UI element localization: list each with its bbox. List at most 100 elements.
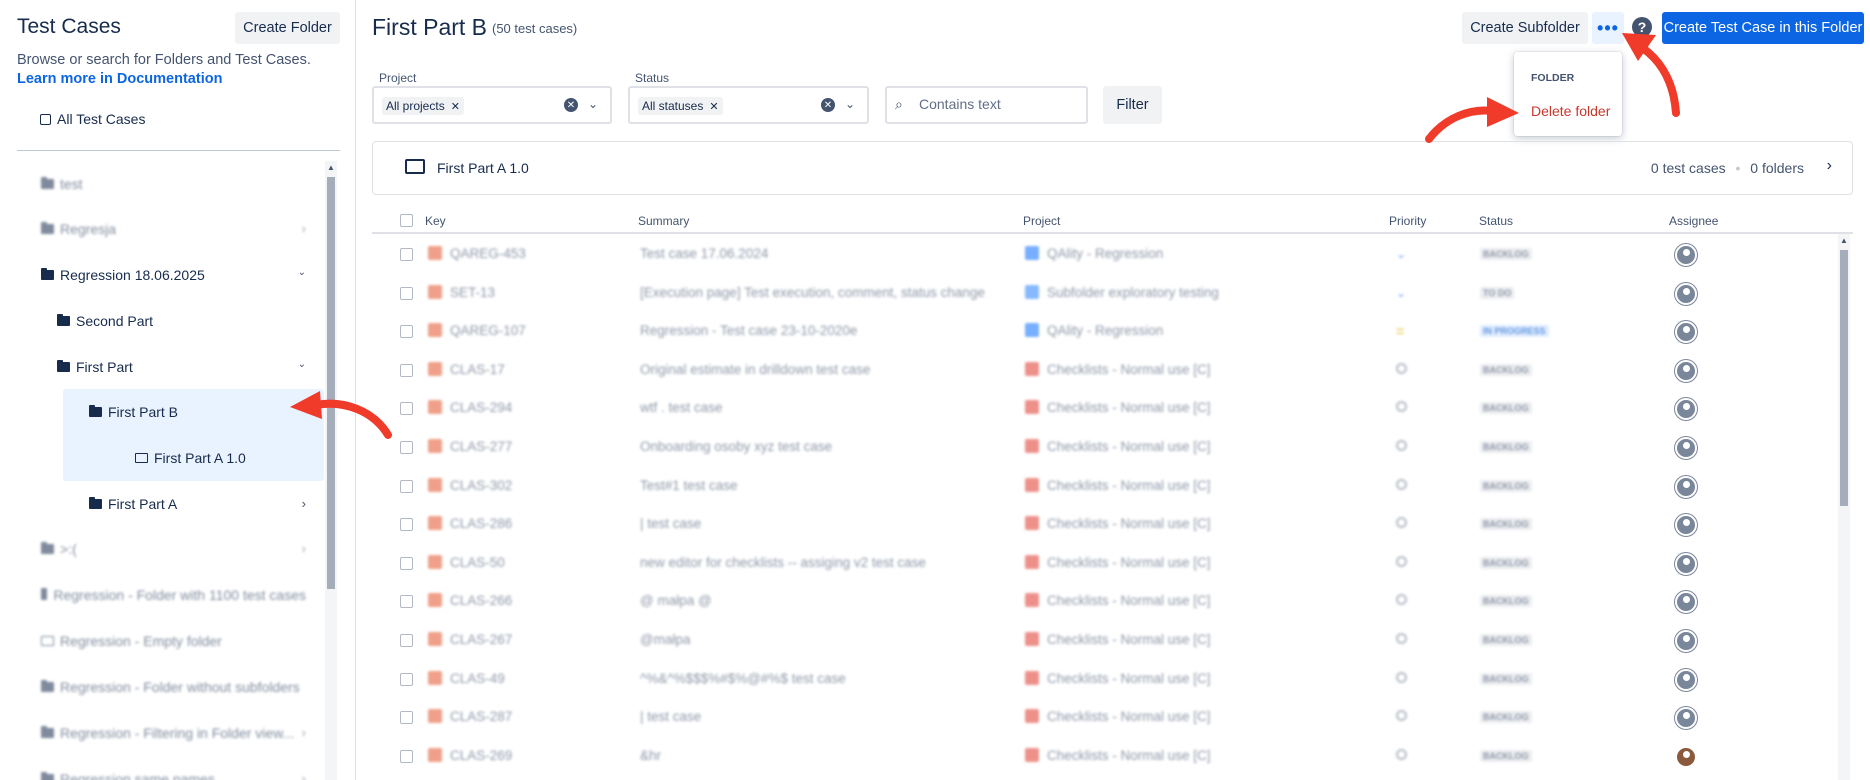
chevron-right-icon[interactable]: ›	[302, 725, 306, 740]
test-case-project[interactable]: Checklists - Normal use [C]	[1025, 361, 1211, 377]
table-row[interactable]: CLAS-17 Original estimate in drilldown te…	[372, 352, 1844, 391]
search-field[interactable]: ⌕	[885, 86, 1088, 124]
tree-item-first-part-a-1-0[interactable]: First Part A 1.0	[135, 436, 306, 480]
test-case-summary[interactable]: ^%&^%$$$%#$%@#%$ test case	[640, 671, 846, 686]
test-case-project[interactable]: Checklists - Normal use [C]	[1025, 709, 1211, 724]
test-case-key[interactable]: CLAS-49	[428, 670, 505, 686]
remove-chip-icon[interactable]: ✕	[709, 100, 718, 113]
test-case-summary[interactable]: Test case 17.06.2024	[640, 246, 768, 261]
chevron-down-icon[interactable]: ⌄	[298, 267, 306, 278]
test-case-summary[interactable]: @małpa	[640, 632, 690, 647]
tree-item-regresja[interactable]: Regresja ›	[41, 207, 306, 251]
tree-item-folder-1100[interactable]: Regression - Folder with 1100 test cases	[41, 573, 306, 617]
sidebar-scrollbar[interactable]: ▲	[325, 161, 337, 780]
test-case-summary[interactable]: @ małpa @	[640, 593, 712, 608]
all-test-cases-item[interactable]: All Test Cases	[40, 111, 145, 127]
test-case-summary[interactable]: [Execution page] Test execution, comment…	[640, 285, 985, 300]
avatar-icon[interactable]	[1675, 437, 1697, 459]
scroll-up-icon[interactable]: ▲	[1840, 236, 1848, 245]
table-row[interactable]: QAREG-107 Regression - Test case 23-10-20…	[372, 313, 1844, 352]
row-checkbox[interactable]	[400, 363, 413, 380]
create-test-case-button[interactable]: Create Test Case in this Folder	[1662, 12, 1864, 44]
test-case-project[interactable]: Checklists - Normal use [C]	[1025, 747, 1211, 763]
avatar-icon[interactable]	[1675, 630, 1697, 652]
tree-item-regression-18-06-2025[interactable]: Regression 18.06.2025 ⌄	[41, 253, 306, 297]
test-case-key[interactable]: CLAS-50	[428, 554, 505, 570]
tree-item-filtering[interactable]: Regression - Filtering in Folder view...…	[41, 711, 306, 755]
table-row[interactable]: CLAS-49 ^%&^%$$$%#$%@#%$ test case Checkli…	[372, 661, 1844, 700]
test-case-summary[interactable]: Regression - Test case 23-10-2020e	[640, 323, 857, 338]
test-case-key[interactable]: QAREG-107	[428, 323, 526, 338]
chevron-right-icon[interactable]: ›	[302, 541, 306, 556]
row-checkbox[interactable]	[400, 325, 413, 341]
row-checkbox[interactable]	[400, 441, 413, 457]
test-case-key[interactable]: CLAS-286	[428, 516, 512, 531]
table-scroll-thumb[interactable]	[1840, 250, 1848, 506]
row-checkbox[interactable]	[400, 248, 413, 264]
column-assignee[interactable]: Assignee	[1669, 214, 1718, 228]
filter-button[interactable]: Filter	[1103, 86, 1162, 124]
test-case-key[interactable]: QAREG-453	[428, 246, 526, 261]
search-input[interactable]	[919, 96, 1079, 112]
tree-item-first-part-a[interactable]: First Part A ›	[89, 482, 306, 526]
test-case-key[interactable]: CLAS-287	[428, 709, 512, 724]
table-row[interactable]: CLAS-269 &hr Checklists - Normal use [C] BA…	[372, 738, 1844, 777]
avatar-icon[interactable]	[1675, 282, 1697, 305]
chevron-right-icon[interactable]: ›	[302, 771, 306, 780]
clear-icon[interactable]: ✕	[821, 98, 835, 112]
row-checkbox[interactable]	[400, 595, 413, 611]
avatar-icon[interactable]	[1675, 668, 1697, 691]
avatar-icon[interactable]	[1675, 591, 1697, 614]
table-row[interactable]: CLAS-277 Onboarding osoby xyz test case Ch…	[372, 429, 1844, 468]
help-icon[interactable]: ?	[1632, 17, 1652, 37]
row-checkbox[interactable]	[400, 479, 413, 496]
row-checkbox[interactable]	[400, 518, 413, 534]
table-row[interactable]: CLAS-50 new editor for checklists -- assi…	[372, 545, 1844, 584]
table-row[interactable]: QAREG-453 Test case 17.06.2024 QAlity - Re…	[372, 236, 1844, 275]
column-status[interactable]: Status	[1479, 214, 1513, 228]
table-row[interactable]: SET-13 [Execution page] Test execution, c…	[372, 275, 1844, 314]
avatar-icon[interactable]	[1675, 475, 1697, 498]
tree-item-empty-folder[interactable]: Regression - Empty folder	[41, 619, 306, 663]
tree-item-first-part-b[interactable]: First Part B	[89, 390, 306, 434]
test-case-project[interactable]: Checklists - Normal use [C]	[1025, 670, 1211, 686]
scroll-up-icon[interactable]: ▲	[327, 163, 335, 172]
table-row[interactable]: CLAS-267 @małpa Checklists - Normal use [C…	[372, 622, 1844, 661]
test-case-project[interactable]: Checklists - Normal use [C]	[1025, 400, 1211, 415]
table-row[interactable]: CLAS-302 Test#1 test case Checklists - Nor…	[372, 468, 1844, 507]
create-subfolder-button[interactable]: Create Subfolder	[1462, 12, 1588, 44]
row-checkbox[interactable]	[400, 634, 413, 650]
test-case-key[interactable]: CLAS-266	[428, 593, 512, 608]
test-case-project[interactable]: Checklists - Normal use [C]	[1025, 593, 1211, 608]
tree-item-first-part[interactable]: First Part ⌄	[57, 345, 306, 389]
tree-item-same-names[interactable]: Regression same names ›	[41, 757, 306, 780]
test-case-project[interactable]: QAlity - Regression	[1025, 323, 1163, 338]
table-row[interactable]: CLAS-294 wtf . test case Checklists - Norm…	[372, 390, 1844, 429]
row-checkbox[interactable]	[400, 286, 413, 303]
clear-icon[interactable]: ✕	[564, 98, 578, 112]
test-case-key[interactable]: SET-13	[428, 284, 495, 300]
more-actions-button[interactable]: •••	[1592, 12, 1624, 44]
chevron-right-icon[interactable]: ›	[302, 221, 306, 236]
test-case-key[interactable]: CLAS-294	[428, 400, 512, 415]
avatar-icon[interactable]	[1675, 707, 1697, 730]
delete-folder-menu-item[interactable]: Delete folder	[1531, 103, 1610, 119]
test-case-summary[interactable]: new editor for checklists -- assiging v2…	[640, 555, 926, 570]
test-case-summary[interactable]: &hr	[640, 748, 661, 763]
table-row[interactable]: CLAS-286 | test case Checklists - Normal u…	[372, 506, 1844, 545]
row-checkbox[interactable]	[400, 672, 413, 689]
chevron-right-icon[interactable]: ›	[302, 496, 306, 511]
test-case-summary[interactable]: | test case	[640, 709, 701, 724]
avatar-icon[interactable]	[1675, 321, 1697, 344]
test-case-project[interactable]: Checklists - Normal use [C]	[1025, 554, 1211, 570]
documentation-link[interactable]: Learn more in Documentation	[17, 71, 222, 87]
chevron-down-icon[interactable]: ⌄	[298, 359, 306, 370]
avatar-icon[interactable]	[1675, 244, 1697, 266]
test-case-summary[interactable]: Onboarding osoby xyz test case	[640, 439, 832, 454]
subfolder-card[interactable]: First Part A 1.0 0 test cases • 0 folder…	[372, 141, 1853, 195]
row-checkbox[interactable]	[400, 749, 413, 766]
test-case-summary[interactable]: Original estimate in drilldown test case	[640, 362, 870, 377]
row-checkbox[interactable]	[400, 711, 413, 727]
table-scrollbar[interactable]: ▲	[1838, 234, 1850, 780]
test-case-summary[interactable]: wtf . test case	[640, 400, 723, 415]
